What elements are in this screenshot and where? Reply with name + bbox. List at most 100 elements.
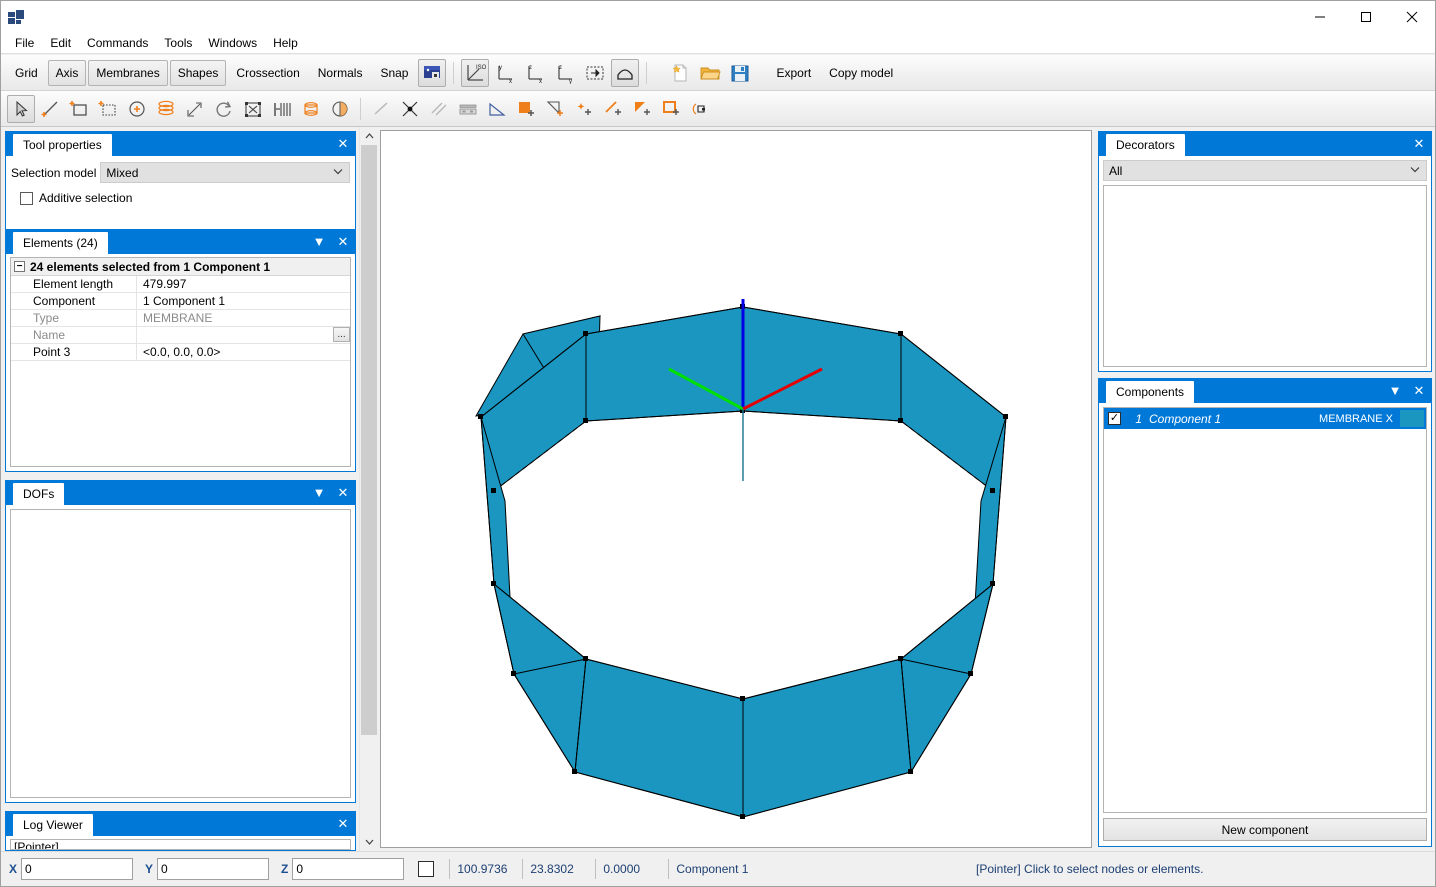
- elements-tab[interactable]: Elements (24): [13, 232, 108, 254]
- top-view-zx-icon[interactable]: z x: [521, 59, 549, 87]
- component-color-swatch[interactable]: [1400, 410, 1424, 427]
- dofs-list[interactable]: [10, 509, 351, 798]
- side-view-zy-icon[interactable]: z y: [551, 59, 579, 87]
- ortho-mode-checkbox[interactable]: [418, 861, 435, 877]
- line-snap-icon[interactable]: [367, 95, 395, 123]
- 3d-viewport[interactable]: [380, 130, 1092, 848]
- add-edge-icon[interactable]: [599, 95, 627, 123]
- decorators-list[interactable]: [1103, 185, 1427, 367]
- dofs-tab[interactable]: DOFs: [13, 483, 65, 505]
- x-input[interactable]: 0: [21, 858, 134, 880]
- log-viewer-tab[interactable]: Log Viewer: [13, 814, 93, 836]
- decorators-filter-dropdown[interactable]: All: [1103, 160, 1427, 181]
- add-diagonal-icon[interactable]: [541, 95, 569, 123]
- additive-selection-checkbox[interactable]: [20, 191, 33, 205]
- scrollbar-thumb[interactable]: [361, 145, 377, 735]
- table-row[interactable]: Type MEMBRANE: [11, 310, 350, 327]
- add-line-icon[interactable]: [36, 95, 64, 123]
- components-close-icon[interactable]: ✕: [1410, 381, 1428, 401]
- array-copy-icon[interactable]: [268, 95, 296, 123]
- move-icon[interactable]: [181, 95, 209, 123]
- menu-file[interactable]: File: [7, 33, 42, 53]
- menu-tools[interactable]: Tools: [156, 33, 200, 53]
- shape-view-icon[interactable]: [611, 58, 640, 87]
- toolbar-button-normals[interactable]: Normals: [310, 60, 371, 86]
- property-value[interactable]: 479.997: [137, 276, 350, 292]
- lock-view-icon[interactable]: [418, 58, 447, 87]
- revolve-shape-icon[interactable]: [686, 95, 714, 123]
- components-collapse-icon[interactable]: ▼: [1386, 381, 1404, 401]
- scroll-down-icon[interactable]: [360, 833, 378, 851]
- parallel-icon[interactable]: [425, 95, 453, 123]
- export-button[interactable]: Export: [768, 60, 819, 86]
- toolbar-button-crossection[interactable]: Crossection: [228, 60, 307, 86]
- tool-properties-close-icon[interactable]: ✕: [334, 134, 352, 154]
- selection-model-dropdown[interactable]: Mixed: [100, 162, 350, 183]
- log-viewer-text[interactable]: [Pointer]: [10, 839, 351, 850]
- mirror-icon[interactable]: [326, 95, 354, 123]
- front-view-zx-icon[interactable]: y x: [491, 59, 519, 87]
- add-surface-icon[interactable]: [512, 95, 540, 123]
- copy-model-button[interactable]: Copy model: [821, 60, 901, 86]
- toolbar-button-axis[interactable]: Axis: [47, 59, 87, 86]
- add-mesh-icon[interactable]: [94, 95, 122, 123]
- toolbar-button-shapes[interactable]: Shapes: [169, 59, 227, 86]
- toolbar-button-grid[interactable]: Grid: [7, 60, 46, 86]
- log-viewer-close-icon[interactable]: ✕: [334, 814, 352, 834]
- toolbar-button-snap[interactable]: Snap: [372, 60, 416, 86]
- angle-icon[interactable]: [483, 95, 511, 123]
- dofs-close-icon[interactable]: ✕: [334, 483, 352, 503]
- fit-selection-icon[interactable]: [581, 59, 609, 87]
- intersection-icon[interactable]: [396, 95, 424, 123]
- add-quad-icon[interactable]: [657, 95, 685, 123]
- decorators-close-icon[interactable]: ✕: [1410, 134, 1428, 154]
- property-value[interactable]: 1 Component 1: [137, 293, 350, 309]
- component-name[interactable]: Component 1: [1149, 412, 1312, 426]
- iso-view-icon[interactable]: ISO: [461, 58, 490, 87]
- add-triangle-icon[interactable]: [628, 95, 656, 123]
- tool-properties-tab[interactable]: Tool properties: [13, 134, 112, 156]
- table-row[interactable]: Component 1 Component 1: [11, 293, 350, 310]
- scale-icon[interactable]: [239, 95, 267, 123]
- menu-windows[interactable]: Windows: [200, 33, 265, 53]
- save-disk-icon[interactable]: [726, 59, 754, 87]
- decorators-tab[interactable]: Decorators: [1106, 134, 1185, 156]
- left-dock-scrollbar[interactable]: [359, 127, 378, 851]
- minimize-icon[interactable]: [1297, 1, 1343, 32]
- close-icon[interactable]: [1389, 1, 1435, 32]
- components-list[interactable]: ✓ 1 Component 1 MEMBRANE X: [1103, 407, 1427, 813]
- open-folder-icon[interactable]: [696, 59, 724, 87]
- add-point-icon[interactable]: [570, 95, 598, 123]
- support-icon[interactable]: [454, 95, 482, 123]
- elements-group-header[interactable]: − 24 elements selected from 1 Component …: [11, 258, 350, 276]
- z-input[interactable]: 0: [292, 858, 405, 880]
- stack-layers-icon[interactable]: [152, 95, 180, 123]
- rotate-icon[interactable]: [210, 95, 238, 123]
- list-item[interactable]: ✓ 1 Component 1 MEMBRANE X: [1104, 408, 1426, 429]
- elements-close-icon[interactable]: ✕: [334, 232, 352, 252]
- menu-help[interactable]: Help: [265, 33, 306, 53]
- property-value[interactable]: <0.0, 0.0, 0.0>: [137, 344, 350, 360]
- scroll-up-icon[interactable]: [360, 127, 378, 145]
- menu-commands[interactable]: Commands: [79, 33, 156, 53]
- components-tab[interactable]: Components: [1106, 381, 1195, 403]
- add-rectangle-icon[interactable]: [65, 95, 93, 123]
- pointer-select-icon[interactable]: [7, 94, 35, 123]
- toolbar-button-membranes[interactable]: Membranes: [88, 59, 168, 86]
- table-row[interactable]: Name ...: [11, 327, 350, 344]
- name-browse-button[interactable]: ...: [333, 327, 350, 342]
- table-row[interactable]: Element length 479.997: [11, 276, 350, 293]
- revolve-icon[interactable]: [297, 95, 325, 123]
- new-file-icon[interactable]: [666, 59, 694, 87]
- dofs-collapse-icon[interactable]: ▼: [310, 483, 328, 503]
- collapse-expander-icon[interactable]: −: [14, 261, 25, 272]
- add-node-icon[interactable]: [123, 95, 151, 123]
- menu-edit[interactable]: Edit: [42, 33, 79, 53]
- elements-collapse-icon[interactable]: ▼: [310, 232, 328, 252]
- maximize-icon[interactable]: [1343, 1, 1389, 32]
- property-value[interactable]: ...: [137, 327, 350, 343]
- table-row[interactable]: Point 3 <0.0, 0.0, 0.0>: [11, 344, 350, 361]
- new-component-button[interactable]: New component: [1103, 818, 1427, 841]
- y-input[interactable]: 0: [157, 858, 270, 880]
- component-visibility-checkbox[interactable]: ✓: [1108, 412, 1121, 425]
